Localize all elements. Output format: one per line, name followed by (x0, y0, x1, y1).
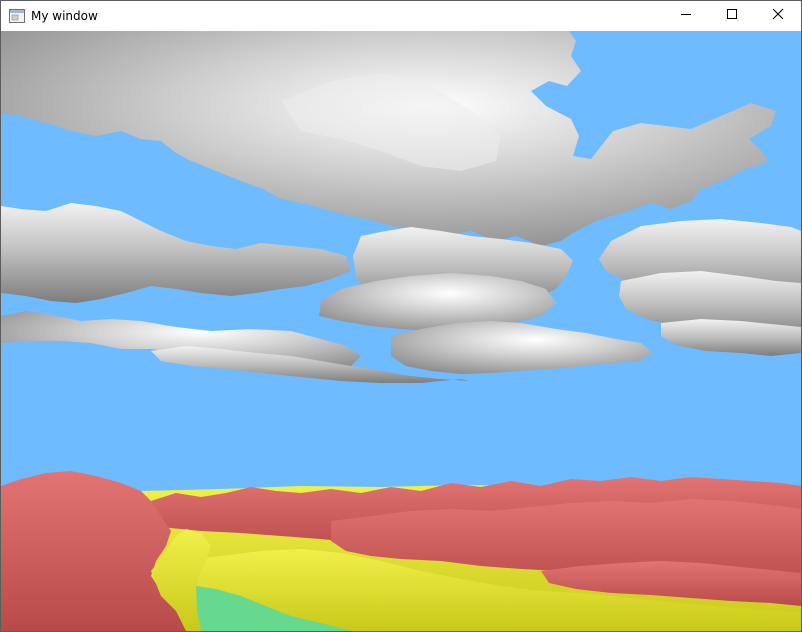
minimize-icon (680, 7, 692, 25)
terrain (1, 471, 801, 631)
title-bar[interactable]: My window (1, 1, 801, 31)
maximize-icon (726, 7, 738, 25)
maximize-button[interactable] (709, 1, 755, 31)
app-window: My window (0, 0, 802, 632)
terrain-scene (1, 31, 801, 631)
close-button[interactable] (755, 1, 801, 31)
app-icon (9, 9, 25, 23)
render-viewport[interactable] (1, 31, 801, 631)
close-icon (772, 7, 784, 25)
window-title: My window (31, 9, 98, 23)
minimize-button[interactable] (663, 1, 709, 31)
